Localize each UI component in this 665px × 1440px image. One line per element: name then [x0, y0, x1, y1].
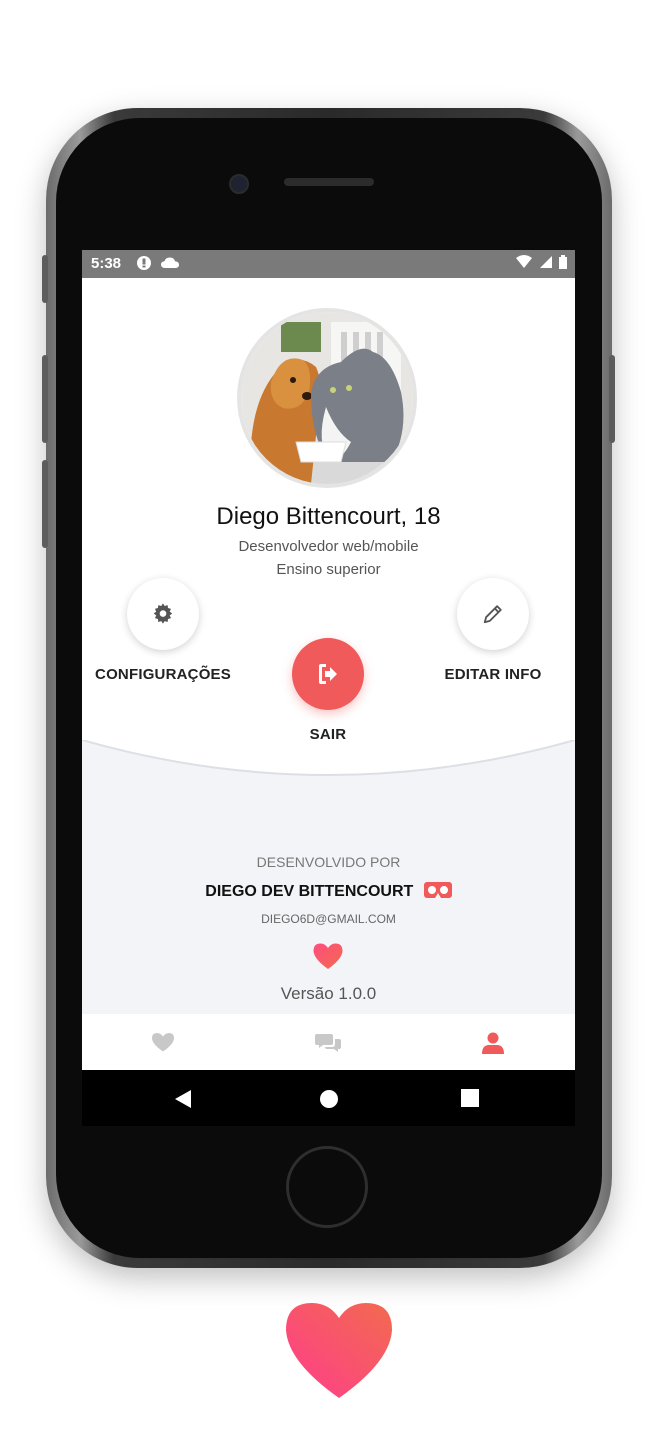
phone-home-button [286, 1146, 368, 1228]
heart-icon [313, 943, 343, 969]
phone-volume-down [42, 460, 48, 548]
gear-icon [153, 603, 173, 624]
battery-icon [559, 255, 567, 269]
profile-name: Diego Bittencourt, 18 [216, 503, 441, 530]
bottom-tab-bar [82, 1014, 575, 1070]
chat-icon [315, 1034, 341, 1052]
logout-button[interactable] [292, 638, 364, 710]
home-icon[interactable] [319, 1089, 339, 1109]
tab-messages[interactable] [315, 1032, 341, 1054]
back-icon[interactable] [174, 1089, 192, 1109]
android-navigation-bar [82, 1070, 575, 1126]
developer-name-row: DIEGO DEV BITTENCOURT [82, 882, 575, 901]
tab-profile[interactable] [480, 1032, 506, 1054]
alert-circle-icon [137, 256, 151, 270]
pencil-icon [483, 605, 502, 624]
status-notification-icons [136, 255, 180, 272]
developer-email[interactable]: DIEGO6D@GMAIL.COM [82, 912, 575, 926]
heart-icon [152, 1033, 174, 1052]
developer-name: DIEGO DEV BITTENCOURT [205, 883, 414, 900]
edit-info-label[interactable]: EDITAR INFO [433, 666, 553, 683]
profile-education: Ensino superior [276, 561, 381, 578]
edit-info-button[interactable] [457, 578, 529, 650]
profile-avatar[interactable] [237, 308, 417, 488]
earpiece-speaker [284, 178, 374, 186]
cloud-icon [160, 257, 179, 268]
developer-section: DESENVOLVIDO POR DIEGO DEV BITTENCOURT D… [82, 778, 575, 1014]
phone-mute-switch [42, 255, 48, 303]
settings-button[interactable] [127, 578, 199, 650]
status-bar: 5:38 [82, 250, 575, 278]
profile-role: Desenvolvedor web/mobile [238, 538, 419, 555]
phone-volume-up [42, 355, 48, 443]
user-icon [482, 1032, 504, 1054]
profile-section: Diego Bittencourt, 18 Desenvolvedor web/… [82, 278, 575, 748]
settings-label[interactable]: CONFIGURAÇÕES [95, 666, 231, 683]
front-camera [229, 174, 249, 194]
vr-headset-icon [423, 882, 452, 898]
status-time: 5:38 [91, 255, 122, 272]
wifi-icon [516, 255, 533, 268]
phone-power-button [609, 355, 615, 443]
developed-by-label: DESENVOLVIDO POR [256, 854, 401, 870]
logout-icon [319, 664, 337, 684]
status-system-icons [515, 255, 567, 272]
app-screen: 5:38 Diego Bittencourt, 18 Desenvolvedor… [82, 250, 575, 1126]
recents-icon[interactable] [461, 1089, 479, 1107]
avatar-photo [241, 312, 413, 484]
tab-favorites[interactable] [150, 1032, 176, 1054]
heart-icon [286, 1303, 392, 1398]
app-version: Versão 1.0.0 [280, 984, 377, 1003]
signal-icon [540, 256, 553, 268]
